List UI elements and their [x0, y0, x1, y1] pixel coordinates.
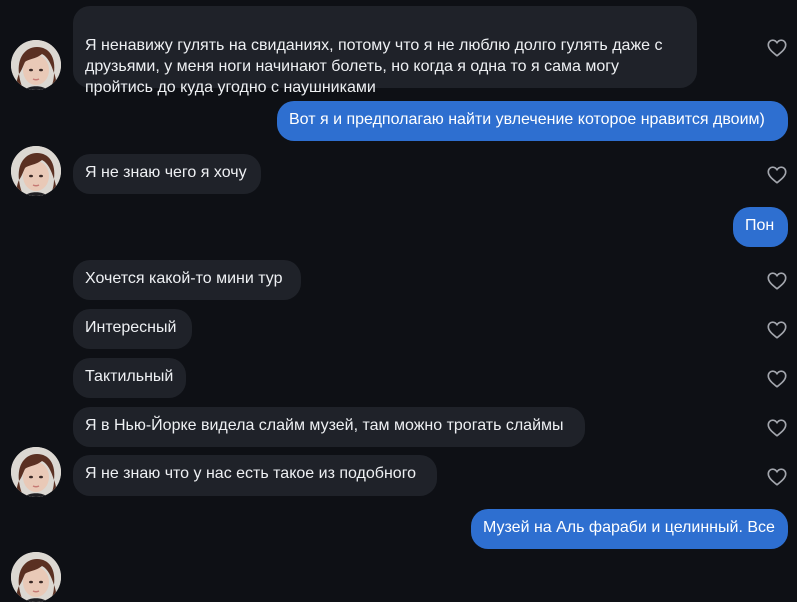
like-heart-icon[interactable]: [766, 37, 788, 59]
message-text: Я не знаю чего я хочу: [85, 164, 247, 181]
like-heart-icon[interactable]: [766, 417, 788, 439]
incoming-message-bubble[interactable]: Я в Нью-Йорке видела слайм музей, там мо…: [73, 407, 585, 447]
message-text: Хочется какой-то мини тур: [85, 270, 283, 287]
message-text: Я ненавижу гулять на свиданиях, потому ч…: [85, 37, 663, 96]
message-text: Я не знаю что у нас есть такое из подобн…: [85, 465, 417, 482]
like-heart-icon[interactable]: [766, 466, 788, 488]
outgoing-message-bubble[interactable]: Пон: [733, 207, 788, 247]
avatar[interactable]: [11, 146, 61, 196]
outgoing-message-bubble[interactable]: Вот я и предполагаю найти увлечение кото…: [277, 101, 788, 141]
incoming-message-bubble[interactable]: Я ненавижу гулять на свиданиях, потому ч…: [73, 6, 697, 96]
incoming-message-bubble[interactable]: Интересный: [73, 309, 192, 349]
incoming-message-bubble[interactable]: Хочется какой-то мини тур: [73, 260, 301, 300]
like-heart-icon[interactable]: [766, 164, 788, 186]
like-heart-icon[interactable]: [766, 368, 788, 390]
message-text: Пон: [745, 217, 775, 234]
message-text: Музей на Аль фараби и целинный. Все: [483, 519, 775, 536]
incoming-message-bubble[interactable]: Тактильный: [73, 358, 186, 398]
message-text: Я в Нью-Йорке видела слайм музей, там мо…: [85, 417, 564, 434]
like-heart-icon[interactable]: [766, 270, 788, 292]
incoming-message-bubble[interactable]: Я не знаю что у нас есть такое из подобн…: [73, 455, 437, 496]
message-text: Интересный: [85, 319, 177, 336]
message-text: Тактильный: [85, 368, 174, 385]
incoming-message-bubble[interactable]: Я не знаю чего я хочу: [73, 154, 261, 194]
outgoing-message-bubble[interactable]: Музей на Аль фараби и целинный. Все: [471, 509, 788, 549]
avatar[interactable]: [11, 447, 61, 497]
like-heart-icon[interactable]: [766, 319, 788, 341]
avatar[interactable]: [11, 40, 61, 90]
avatar[interactable]: [11, 552, 61, 602]
message-text: Вот я и предполагаю найти увлечение кото…: [289, 111, 765, 128]
